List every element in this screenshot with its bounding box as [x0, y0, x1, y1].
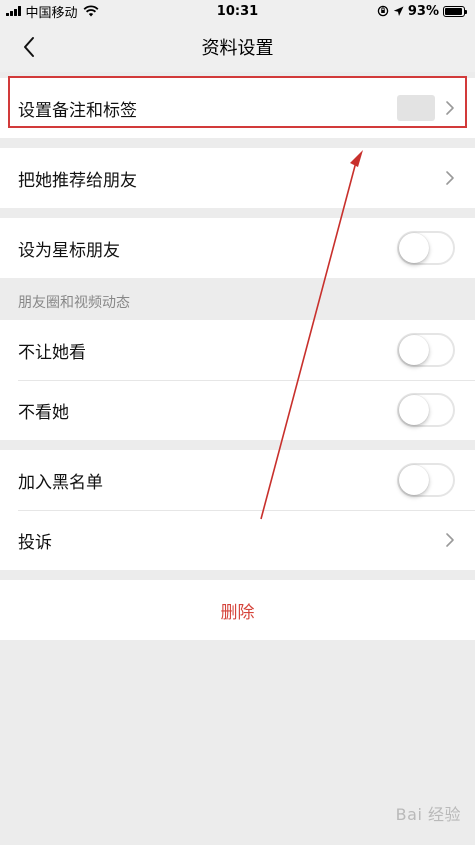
hide-my-moments-label: 不让她看 — [18, 342, 86, 363]
status-bar: 中国移动 10:31 93% — [0, 0, 475, 22]
remark-tags-right — [397, 95, 455, 121]
chevron-right-icon — [446, 101, 454, 115]
blacklist-row: 加入黑名单 — [0, 450, 475, 510]
star-friend-toggle[interactable] — [397, 231, 455, 265]
star-group: 设为星标朋友 — [0, 218, 475, 278]
chevron-right-icon — [446, 171, 454, 185]
blacklist-label: 加入黑名单 — [18, 472, 103, 493]
complain-label: 投诉 — [18, 532, 52, 553]
moments-section-header: 朋友圈和视频动态 — [0, 278, 475, 320]
blacklist-toggle[interactable] — [397, 463, 455, 497]
delete-button[interactable]: 删除 — [0, 580, 475, 640]
page-title: 资料设置 — [201, 38, 274, 59]
hide-her-moments-toggle[interactable] — [397, 393, 455, 427]
toggle-knob — [399, 465, 429, 495]
toggle-knob — [399, 335, 429, 365]
orientation-lock-icon — [377, 5, 389, 17]
battery-icon — [443, 5, 467, 17]
chevron-right-icon — [446, 533, 454, 547]
battery-percent: 93% — [407, 3, 439, 19]
blurred-tag-preview — [397, 95, 435, 121]
recommend-friend-row[interactable]: 把她推荐给朋友 — [0, 148, 475, 208]
nav-bar: 资料设置 — [0, 22, 475, 72]
hide-her-moments-label: 不看她 — [18, 402, 69, 423]
wifi-icon — [83, 5, 98, 17]
toggle-knob — [399, 395, 429, 425]
remark-tags-row[interactable]: 设置备注和标签 — [0, 78, 475, 138]
moments-group: 不让她看 不看她 — [0, 320, 475, 440]
complain-row[interactable]: 投诉 — [0, 510, 475, 570]
recommend-group: 把她推荐给朋友 — [0, 148, 475, 208]
chevron-left-icon[interactable] — [20, 35, 40, 59]
watermark-logo: Bai 经验 — [395, 805, 461, 824]
remark-tags-label: 设置备注和标签 — [18, 100, 137, 121]
toggle-knob — [399, 233, 429, 263]
location-icon — [393, 6, 404, 16]
remark-group: 设置备注和标签 — [0, 78, 475, 138]
signal-icon — [6, 6, 21, 16]
status-left: 中国移动 — [6, 2, 99, 21]
hide-my-moments-toggle[interactable] — [397, 333, 455, 367]
star-friend-row: 设为星标朋友 — [0, 218, 475, 278]
block-group: 加入黑名单 投诉 — [0, 450, 475, 570]
recommend-friend-label: 把她推荐给朋友 — [18, 170, 137, 191]
hide-my-moments-row: 不让她看 — [0, 320, 475, 380]
hide-her-moments-row: 不看她 — [0, 380, 475, 440]
star-friend-label: 设为星标朋友 — [18, 240, 120, 261]
carrier-label: 中国移动 — [25, 5, 78, 21]
battery-fill — [445, 7, 462, 15]
status-right: 93% — [377, 3, 467, 19]
